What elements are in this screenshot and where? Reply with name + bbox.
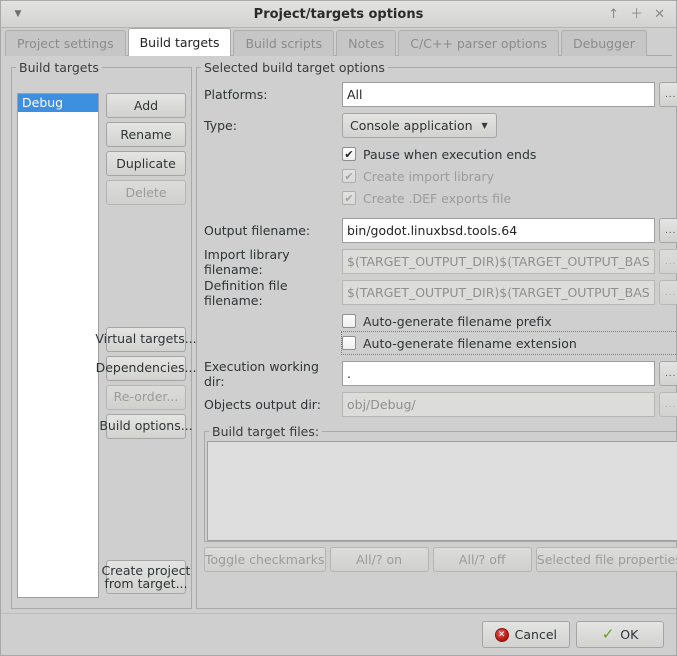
tab-debugger[interactable]: Debugger xyxy=(561,30,647,56)
button-spacer-top xyxy=(106,209,186,327)
list-item[interactable]: Debug xyxy=(18,94,98,112)
type-select[interactable]: Console application ▼ xyxy=(342,113,497,138)
build-targets-list[interactable]: Debug xyxy=(17,93,99,598)
build-targets-panel: Build targets Debug Add Rename Duplicate… xyxy=(6,60,192,613)
tab-cpp-parser-options[interactable]: C/C++ parser options xyxy=(398,30,559,56)
build-targets-group: Build targets Debug Add Rename Duplicate… xyxy=(11,60,192,609)
rename-button[interactable]: Rename xyxy=(106,122,186,147)
build-target-files-legend: Build target files: xyxy=(209,424,322,439)
tab-notes[interactable]: Notes xyxy=(336,30,396,56)
definition-file-filename-label: Definition file filename: xyxy=(204,278,342,308)
auto-generate-filename-extension-label: Auto-generate filename extension xyxy=(363,336,577,351)
maximize-button[interactable]: ＋ xyxy=(630,8,643,21)
output-filename-row: Output filename: bin/godot.linuxbsd.tool… xyxy=(204,217,677,244)
build-targets-legend: Build targets xyxy=(16,60,102,75)
build-options-button[interactable]: Build options... xyxy=(106,414,186,439)
tab-project-settings[interactable]: Project settings xyxy=(5,30,126,56)
duplicate-button[interactable]: Duplicate xyxy=(106,151,186,176)
pause-when-execution-ends-row[interactable]: ✔ Pause when execution ends xyxy=(342,143,677,165)
ok-button[interactable]: ✓ OK xyxy=(576,621,664,648)
check-icon: ✓ xyxy=(602,627,615,642)
chevron-down-icon: ▼ xyxy=(482,121,488,130)
create-def-exports-file-label: Create .DEF exports file xyxy=(363,191,511,206)
definition-file-filename-browse-button: ... xyxy=(659,280,677,305)
objects-output-dir-label: Objects output dir: xyxy=(204,397,342,412)
platforms-label: Platforms: xyxy=(204,87,342,102)
build-targets-buttons: Add Rename Duplicate Delete Virtual targ… xyxy=(106,93,186,598)
dialog-footer: ✕ Cancel ✓ OK xyxy=(1,613,676,655)
toggle-checkmarks-button: Toggle checkmarks xyxy=(204,547,326,572)
import-library-filename-label: Import library filename: xyxy=(204,247,342,277)
create-import-library-checkbox: ✔ xyxy=(342,169,356,183)
execution-working-dir-browse-button[interactable]: ... xyxy=(659,361,677,386)
create-import-library-row: ✔ Create import library xyxy=(342,165,677,187)
auto-generate-filename-extension-row[interactable]: Auto-generate filename extension xyxy=(342,332,677,354)
dependencies-button[interactable]: Dependencies... xyxy=(106,356,186,381)
tab-build-scripts[interactable]: Build scripts xyxy=(233,30,334,56)
build-target-files-group: Build target files: xyxy=(204,424,677,542)
pause-when-execution-ends-checkbox[interactable]: ✔ xyxy=(342,147,356,161)
all-on-button: All/? on xyxy=(330,547,429,572)
import-library-filename-browse-button: ... xyxy=(659,249,677,274)
definition-file-filename-row: Definition file filename: $(TARGET_OUTPU… xyxy=(204,279,677,306)
create-import-library-label: Create import library xyxy=(363,169,494,184)
tab-build-targets[interactable]: Build targets xyxy=(128,28,232,56)
close-button[interactable]: ✕ xyxy=(654,8,665,21)
shade-button[interactable]: ↑ xyxy=(608,8,619,21)
window-title: Project/targets options xyxy=(1,7,676,22)
virtual-targets-button[interactable]: Virtual targets... xyxy=(106,327,186,352)
objects-output-dir-row: Objects output dir: obj/Debug/ ... xyxy=(204,391,677,418)
selected-build-target-options-group: Selected build target options Platforms:… xyxy=(196,60,677,609)
auto-generate-filename-prefix-row[interactable]: Auto-generate filename prefix xyxy=(342,310,677,332)
dialog-window: ▼ Project/targets options ↑ ＋ ✕ Project … xyxy=(0,0,677,656)
cancel-button[interactable]: ✕ Cancel xyxy=(482,621,570,648)
import-library-filename-row: Import library filename: $(TARGET_OUTPUT… xyxy=(204,248,677,275)
platforms-browse-button[interactable]: ... xyxy=(659,82,677,107)
execution-working-dir-label: Execution working dir: xyxy=(204,359,342,389)
cancel-button-label: Cancel xyxy=(515,627,557,642)
all-off-button: All/? off xyxy=(433,547,532,572)
window-menu-icon[interactable]: ▼ xyxy=(1,1,35,28)
objects-output-dir-input: obj/Debug/ xyxy=(342,392,655,417)
delete-button: Delete xyxy=(106,180,186,205)
re-order-button: Re-order... xyxy=(106,385,186,410)
selected-options-legend: Selected build target options xyxy=(201,60,388,75)
selected-options-panel: Selected build target options Platforms:… xyxy=(192,60,671,613)
tab-bar: Project settings Build targets Build scr… xyxy=(1,28,676,56)
add-button[interactable]: Add xyxy=(106,93,186,118)
type-label: Type: xyxy=(204,118,342,133)
gap-1 xyxy=(204,209,677,217)
import-library-filename-input: $(TARGET_OUTPUT_DIR)$(TARGET_OUTPUT_BAS xyxy=(342,249,655,274)
window-controls: ↑ ＋ ✕ xyxy=(608,8,676,21)
platforms-input[interactable]: All xyxy=(342,82,655,107)
build-target-files-buttons: Toggle checkmarks All/? on All/? off Sel… xyxy=(204,547,677,572)
definition-file-filename-input: $(TARGET_OUTPUT_DIR)$(TARGET_OUTPUT_BAS xyxy=(342,280,655,305)
selected-file-properties-button: Selected file properties xyxy=(536,547,677,572)
build-target-files-list[interactable] xyxy=(207,441,677,541)
execution-working-dir-input[interactable]: . xyxy=(342,361,655,386)
auto-generate-filename-prefix-checkbox[interactable] xyxy=(342,314,356,328)
create-def-exports-file-row: ✔ Create .DEF exports file xyxy=(342,187,677,209)
button-spacer-bottom xyxy=(106,443,186,561)
platforms-row: Platforms: All ... xyxy=(204,81,677,108)
auto-generate-filename-extension-checkbox[interactable] xyxy=(342,336,356,350)
execution-working-dir-row: Execution working dir: . ... xyxy=(204,360,677,387)
create-def-exports-file-checkbox: ✔ xyxy=(342,191,356,205)
ok-button-label: OK xyxy=(620,627,638,642)
objects-output-dir-browse-button: ... xyxy=(659,392,677,417)
cancel-icon: ✕ xyxy=(495,628,509,642)
create-project-from-target-button[interactable]: Create project from target... xyxy=(106,560,186,594)
type-select-value: Console application xyxy=(350,118,473,133)
output-filename-input[interactable]: bin/godot.linuxbsd.tools.64 xyxy=(342,218,655,243)
auto-generate-filename-prefix-label: Auto-generate filename prefix xyxy=(363,314,552,329)
dialog-body: Build targets Debug Add Rename Duplicate… xyxy=(1,56,676,613)
output-filename-label: Output filename: xyxy=(204,223,342,238)
output-filename-browse-button[interactable]: ... xyxy=(659,218,677,243)
type-row: Type: Console application ▼ xyxy=(204,112,677,139)
create-project-line2: from target... xyxy=(105,577,188,590)
title-bar: ▼ Project/targets options ↑ ＋ ✕ xyxy=(1,1,676,28)
pause-when-execution-ends-label: Pause when execution ends xyxy=(363,147,536,162)
